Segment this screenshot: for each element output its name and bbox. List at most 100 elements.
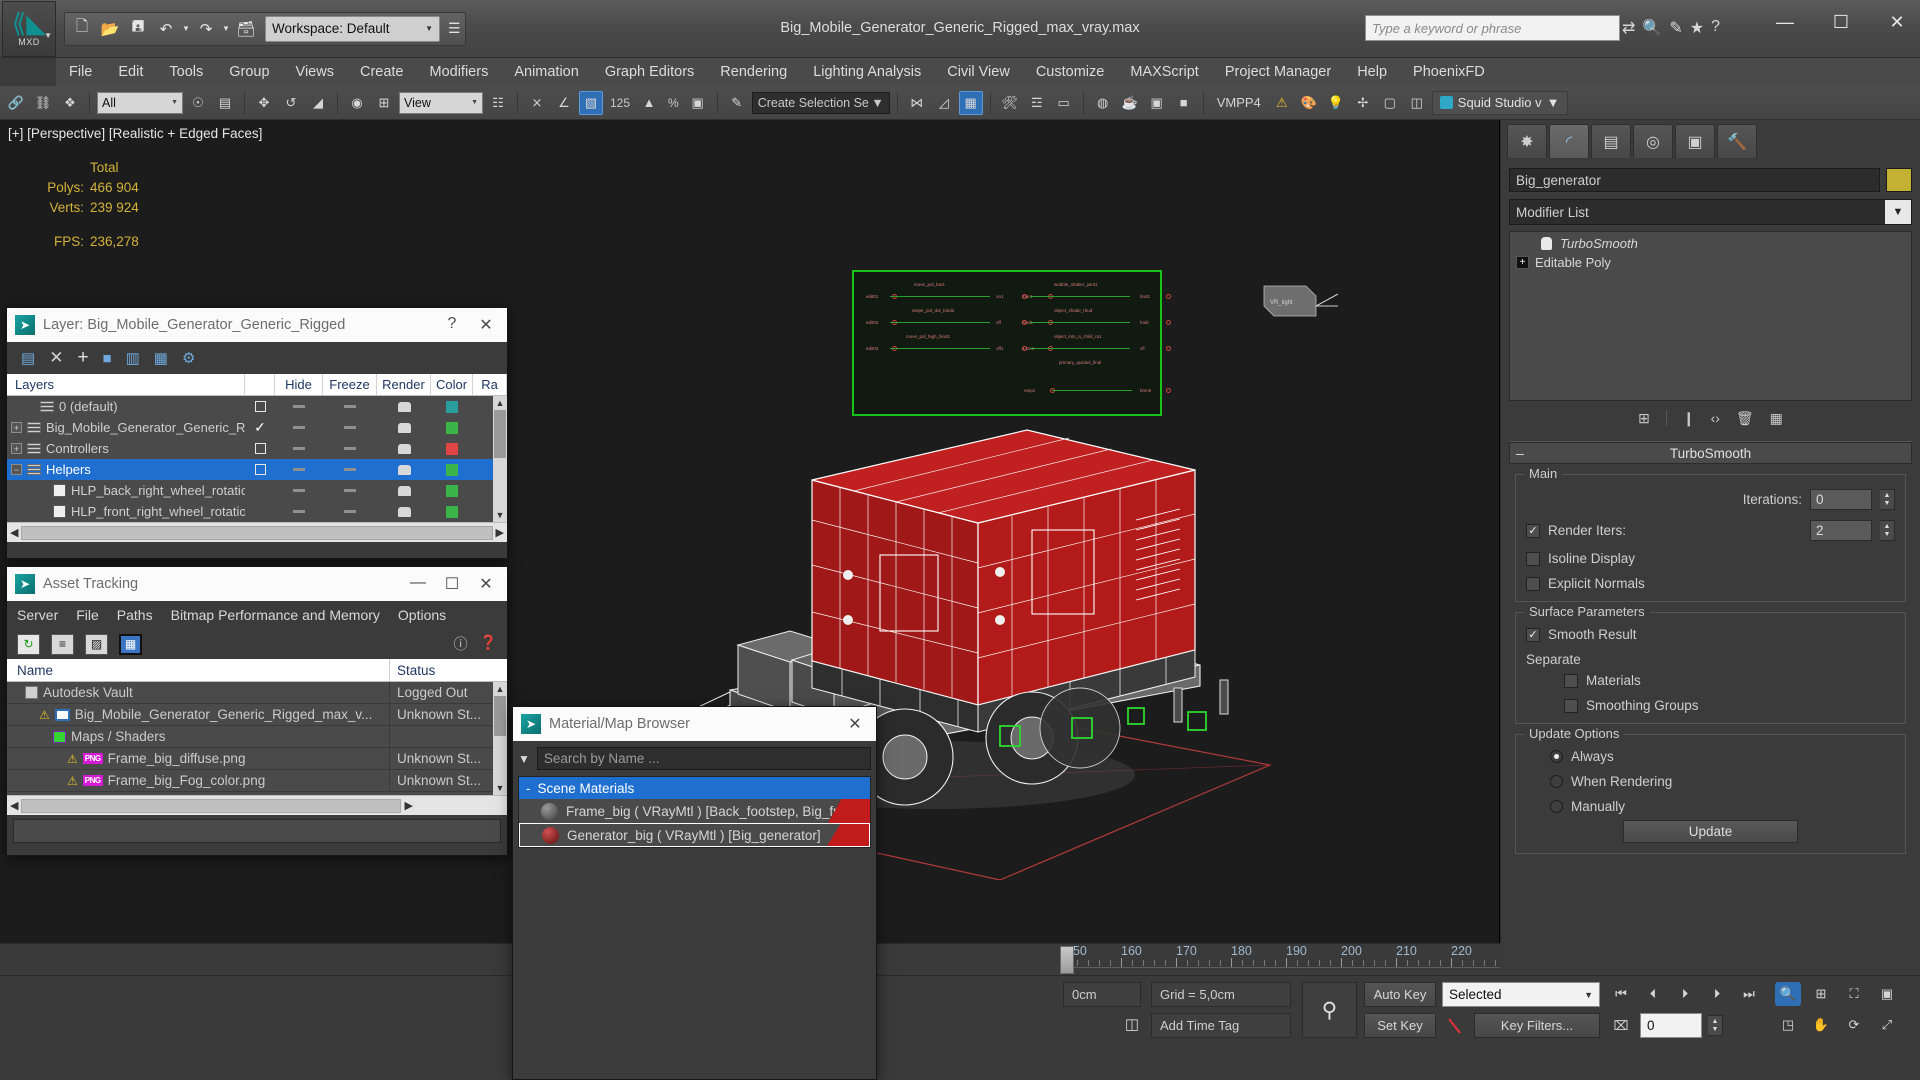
- scroll-down-icon[interactable]: ▼: [493, 508, 507, 522]
- expand-icon[interactable]: +: [1516, 256, 1529, 269]
- schematic-node[interactable]: wobble_shaker_joint1: [1054, 282, 1098, 287]
- zoom-region-icon[interactable]: ▣: [1874, 982, 1900, 1006]
- coordinate-display[interactable]: 0cm: [1063, 982, 1141, 1007]
- close-button[interactable]: ✕: [477, 315, 495, 335]
- layer-color-swatch[interactable]: [431, 484, 473, 497]
- asset-menu-file[interactable]: File: [76, 607, 99, 623]
- menu-item-create[interactable]: Create: [347, 60, 417, 84]
- menu-item-graph-editors[interactable]: Graph Editors: [592, 60, 707, 84]
- column-header-layers[interactable]: Layers: [7, 374, 245, 395]
- light-bulb-icon[interactable]: [1538, 237, 1554, 250]
- show-end-result-icon[interactable]: ❙: [1683, 410, 1695, 427]
- auto-key-button[interactable]: Auto Key: [1364, 982, 1436, 1007]
- current-frame-spinner[interactable]: ▲ ▼: [1708, 1015, 1723, 1036]
- reference-coord-icon[interactable]: ◉: [345, 91, 369, 115]
- layer-color-swatch[interactable]: [431, 505, 473, 518]
- search-input[interactable]: Type a keyword or phrase: [1365, 15, 1620, 41]
- tab-modify[interactable]: ◜: [1549, 124, 1589, 158]
- asset-row[interactable]: ⚠ PNG Frame_big_Fog_color.png Unknown St...: [7, 769, 507, 792]
- layer-hide-toggle[interactable]: [275, 468, 323, 471]
- exchange-icon[interactable]: ⇄: [1622, 18, 1635, 38]
- asset-list-scrollbar[interactable]: ▲ ▼: [493, 682, 507, 795]
- asset-tracking-dialog[interactable]: ➤ Asset Tracking — ☐ ✕ Server File Paths Bi…: [6, 566, 508, 856]
- layer-row[interactable]: − Helpers: [7, 459, 507, 480]
- select-objects-in-layer-icon[interactable]: ■: [103, 350, 112, 367]
- manually-radio[interactable]: [1550, 800, 1563, 813]
- layer-hide-toggle[interactable]: [275, 489, 323, 492]
- iterations-spinner[interactable]: ▲ ▼: [1880, 489, 1895, 510]
- menu-item-group[interactable]: Group: [216, 60, 282, 84]
- menu-item-maxscript[interactable]: MAXScript: [1117, 60, 1212, 84]
- column-header-name[interactable]: Name: [7, 659, 390, 681]
- asset-row[interactable]: ⚠ PNG Frame_big_diffuse.png Unknown St...: [7, 747, 507, 770]
- set-key-button[interactable]: Set Key: [1364, 1013, 1436, 1038]
- squid-studio-button[interactable]: Squid Studio v ▼: [1431, 90, 1568, 115]
- scroll-left-icon[interactable]: ◀: [10, 526, 18, 539]
- create-new-layer-icon[interactable]: ▤: [21, 349, 35, 367]
- warning-icon[interactable]: ⚠: [1270, 91, 1294, 115]
- materials-checkbox[interactable]: [1564, 673, 1578, 688]
- refresh-icon[interactable]: ↻: [17, 633, 40, 655]
- project-folder-icon[interactable]: 🗃: [233, 16, 259, 42]
- axis-icon[interactable]: ✢: [1351, 91, 1375, 115]
- modifier-list-dropdown[interactable]: Modifier List ▼: [1509, 199, 1912, 225]
- layer-render-toggle[interactable]: [377, 443, 431, 454]
- filter-dropdown-icon[interactable]: ▼: [518, 752, 530, 766]
- zoom-all-icon[interactable]: ⊞: [1808, 982, 1834, 1006]
- layer-row[interactable]: +HLP_front_right_wheel_rotation: [7, 501, 507, 522]
- layer-active-toggle[interactable]: [245, 443, 275, 454]
- scrollbar-thumb[interactable]: [494, 410, 506, 458]
- rollout-header[interactable]: – TurboSmooth: [1509, 442, 1912, 464]
- viewport-label[interactable]: [+] [Perspective] [Realistic + Edged Fac…: [8, 126, 262, 141]
- menu-item-help[interactable]: Help: [1344, 60, 1400, 84]
- scroll-up-icon[interactable]: ▲: [493, 682, 507, 696]
- render-iters-input[interactable]: 2: [1810, 520, 1872, 541]
- collapse-icon[interactable]: −: [11, 464, 22, 475]
- save-file-icon[interactable]: 🖪: [125, 16, 151, 42]
- autodesk-account-icon[interactable]: ✎: [1669, 18, 1682, 38]
- smoothing-groups-checkbox[interactable]: [1564, 698, 1578, 713]
- collapse-icon[interactable]: –: [1516, 445, 1524, 461]
- asset-horizontal-scrollbar[interactable]: ◀ ▶: [7, 795, 507, 815]
- undo-icon[interactable]: ↶: [153, 16, 179, 42]
- asset-row[interactable]: Autodesk Vault Logged Out: [7, 682, 507, 704]
- collapse-icon[interactable]: -: [526, 781, 531, 796]
- layer-render-toggle[interactable]: [377, 401, 431, 412]
- scrollbar-thumb[interactable]: [494, 696, 506, 736]
- field-of-view-icon[interactable]: ◳: [1775, 1013, 1801, 1037]
- key-filters-button[interactable]: Key Filters...: [1474, 1013, 1600, 1038]
- layer-color-swatch[interactable]: [431, 463, 473, 476]
- layer-properties-icon[interactable]: ⚙: [182, 349, 195, 367]
- workspace-selector[interactable]: Workspace: Default ▼: [265, 15, 440, 42]
- object-color-swatch[interactable]: [1886, 168, 1912, 192]
- modifier-stack[interactable]: TurboSmooth + Editable Poly: [1509, 231, 1912, 401]
- layer-render-toggle[interactable]: [377, 506, 431, 517]
- layer-list-scrollbar[interactable]: ▲ ▼: [493, 396, 507, 522]
- menu-item-tools[interactable]: Tools: [156, 60, 216, 84]
- key-mode-toggle-icon[interactable]: ⌧: [1608, 1014, 1634, 1038]
- layer-freeze-toggle[interactable]: [323, 426, 377, 429]
- grid-view-icon[interactable]: ▦: [119, 633, 142, 655]
- new-file-icon[interactable]: 🗋: [69, 16, 95, 42]
- render-iters-spinner[interactable]: ▲ ▼: [1880, 520, 1895, 541]
- thumbnail-view-icon[interactable]: ▨: [85, 633, 108, 655]
- go-to-end-icon[interactable]: ⏭: [1736, 982, 1762, 1006]
- material-map-browser-dialog[interactable]: ➤ Material/Map Browser ✕ ▼ Search by Nam…: [512, 706, 877, 1080]
- previous-frame-icon[interactable]: ⏴: [1640, 982, 1666, 1006]
- expand-icon[interactable]: +: [11, 422, 22, 433]
- schematic-view-icon[interactable]: ☲: [1025, 91, 1049, 115]
- menu-item-modifiers[interactable]: Modifiers: [417, 60, 502, 84]
- rendered-frame-icon[interactable]: ▣: [1145, 91, 1169, 115]
- orbit-icon[interactable]: ⟳: [1841, 1013, 1867, 1037]
- scroll-right-icon[interactable]: ▶: [404, 799, 412, 812]
- layer-color-swatch[interactable]: [431, 400, 473, 413]
- remove-modifier-icon[interactable]: 🗑: [1736, 410, 1754, 427]
- layer-freeze-toggle[interactable]: [323, 489, 377, 492]
- menu-item-lighting-analysis[interactable]: Lighting Analysis: [800, 60, 934, 84]
- layer-color-swatch[interactable]: [431, 442, 473, 455]
- column-header-hide[interactable]: Hide: [275, 374, 323, 395]
- maximize-button[interactable]: ☐: [1826, 12, 1856, 33]
- spinner-snap-icon[interactable]: ▲: [637, 91, 661, 115]
- menu-item-file[interactable]: File: [56, 60, 105, 84]
- column-header-ra[interactable]: Ra: [473, 374, 507, 395]
